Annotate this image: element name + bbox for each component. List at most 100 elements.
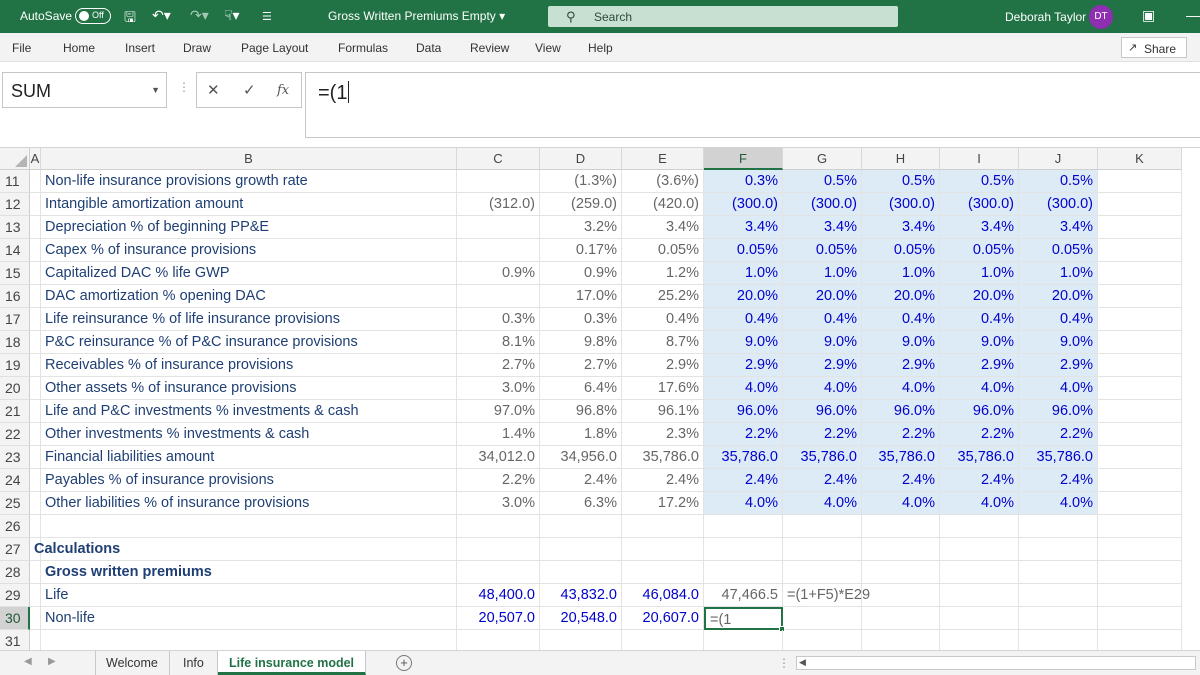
- row-header[interactable]: 20: [0, 377, 30, 400]
- cell-f[interactable]: 0.05%: [704, 239, 783, 262]
- cell-h[interactable]: 4.0%: [862, 492, 940, 515]
- user-name[interactable]: Deborah Taylor: [1005, 10, 1086, 24]
- cell-e[interactable]: 17.6%: [622, 377, 704, 400]
- cell-a[interactable]: [30, 630, 41, 650]
- cell-i[interactable]: (300.0): [940, 193, 1019, 216]
- cell-j[interactable]: 0.4%: [1019, 308, 1098, 331]
- redo-icon[interactable]: ↷▾: [190, 7, 209, 24]
- cell-k[interactable]: [1098, 262, 1182, 285]
- insert-function-icon[interactable]: fx: [277, 83, 289, 98]
- row-label[interactable]: Capitalized DAC % life GWP: [41, 262, 457, 285]
- cell-e[interactable]: 2.9%: [622, 354, 704, 377]
- cell-d[interactable]: [540, 561, 622, 584]
- cell-i[interactable]: [940, 538, 1019, 561]
- cell-f[interactable]: 20.0%: [704, 285, 783, 308]
- cell-k[interactable]: [1098, 561, 1182, 584]
- cell-d[interactable]: [540, 538, 622, 561]
- cell-a[interactable]: [30, 285, 41, 308]
- cell-g[interactable]: 9.0%: [783, 331, 862, 354]
- column-header-g[interactable]: G: [783, 148, 862, 170]
- column-header-j[interactable]: J: [1019, 148, 1098, 170]
- cell-f[interactable]: 96.0%: [704, 400, 783, 423]
- cell-j[interactable]: 4.0%: [1019, 492, 1098, 515]
- cell-a[interactable]: [30, 469, 41, 492]
- column-header-d[interactable]: D: [540, 148, 622, 170]
- cell-e[interactable]: (420.0): [622, 193, 704, 216]
- cell-i[interactable]: 9.0%: [940, 331, 1019, 354]
- row-label[interactable]: Depreciation % of beginning PP&E: [41, 216, 457, 239]
- cell-f[interactable]: 47,466.5: [704, 584, 783, 607]
- cell-k[interactable]: [1098, 285, 1182, 308]
- row-header[interactable]: 21: [0, 400, 30, 423]
- cell-h[interactable]: 2.9%: [862, 354, 940, 377]
- cell-b[interactable]: [41, 630, 457, 650]
- column-header-e[interactable]: E: [622, 148, 704, 170]
- cell-g[interactable]: 4.0%: [783, 492, 862, 515]
- cell-d[interactable]: [540, 515, 622, 538]
- tab-formulas[interactable]: Formulas: [338, 41, 388, 55]
- cell-d[interactable]: [540, 630, 622, 650]
- cell-c[interactable]: 97.0%: [457, 400, 540, 423]
- cell-k[interactable]: [1098, 170, 1182, 193]
- cell-f[interactable]: [704, 630, 783, 650]
- cell-i[interactable]: 0.4%: [940, 308, 1019, 331]
- cell-e[interactable]: 8.7%: [622, 331, 704, 354]
- cell-h[interactable]: [862, 538, 940, 561]
- cell-g[interactable]: 0.4%: [783, 308, 862, 331]
- save-icon[interactable]: 🖫: [124, 7, 136, 31]
- cell-h[interactable]: 0.5%: [862, 170, 940, 193]
- cell-j[interactable]: 0.5%: [1019, 170, 1098, 193]
- cell-j[interactable]: [1019, 630, 1098, 650]
- column-header-f[interactable]: F: [704, 148, 783, 170]
- cell-i[interactable]: [940, 561, 1019, 584]
- cell-j[interactable]: 96.0%: [1019, 400, 1098, 423]
- cell-c[interactable]: [457, 538, 540, 561]
- cell-h[interactable]: 3.4%: [862, 216, 940, 239]
- cell-h[interactable]: 20.0%: [862, 285, 940, 308]
- active-cell-f30[interactable]: =(1: [704, 607, 783, 630]
- column-header-h[interactable]: H: [862, 148, 940, 170]
- cell-a[interactable]: [30, 262, 41, 285]
- cell-j[interactable]: 4.0%: [1019, 377, 1098, 400]
- cell-g[interactable]: 2.9%: [783, 354, 862, 377]
- tab-review[interactable]: Review: [470, 41, 509, 55]
- cell-g[interactable]: 2.4%: [783, 469, 862, 492]
- cell-c[interactable]: 0.3%: [457, 308, 540, 331]
- cell-j[interactable]: [1019, 584, 1098, 607]
- cell-j[interactable]: (300.0): [1019, 193, 1098, 216]
- row-label[interactable]: Non-life insurance provisions growth rat…: [41, 170, 457, 193]
- cell-i[interactable]: [940, 515, 1019, 538]
- cell-h[interactable]: 2.2%: [862, 423, 940, 446]
- cell-c[interactable]: 2.7%: [457, 354, 540, 377]
- cell-c[interactable]: [457, 561, 540, 584]
- formula-input[interactable]: =(1: [305, 72, 1200, 138]
- cell-j[interactable]: 0.05%: [1019, 239, 1098, 262]
- row-label[interactable]: Capex % of insurance provisions: [41, 239, 457, 262]
- column-header-i[interactable]: I: [940, 148, 1019, 170]
- touch-mode-icon[interactable]: ☟▾: [224, 7, 240, 24]
- add-sheet-button[interactable]: +: [396, 655, 412, 671]
- row-label[interactable]: Other investments % investments & cash: [41, 423, 457, 446]
- cell-g[interactable]: 20.0%: [783, 285, 862, 308]
- cell-g[interactable]: [783, 561, 862, 584]
- cell-j[interactable]: [1019, 515, 1098, 538]
- cell-d[interactable]: 0.9%: [540, 262, 622, 285]
- calculations-heading[interactable]: Calculations: [30, 538, 120, 561]
- tab-insert[interactable]: Insert: [125, 41, 155, 55]
- tab-view[interactable]: View: [535, 41, 561, 55]
- cell-e[interactable]: 20,607.0: [622, 607, 704, 630]
- cell-k[interactable]: [1098, 331, 1182, 354]
- row-label[interactable]: Receivables % of insurance provisions: [41, 354, 457, 377]
- row-header[interactable]: 26: [0, 515, 30, 538]
- row-label[interactable]: Financial liabilities amount: [41, 446, 457, 469]
- cell-h[interactable]: [862, 561, 940, 584]
- cell-j[interactable]: [1019, 538, 1098, 561]
- gwp-heading[interactable]: Gross written premiums: [41, 561, 457, 584]
- cell-c[interactable]: [457, 216, 540, 239]
- cell-c[interactable]: [457, 515, 540, 538]
- cell-c[interactable]: [457, 239, 540, 262]
- cell-c[interactable]: [457, 630, 540, 650]
- cell-h[interactable]: [862, 607, 940, 630]
- cell-i[interactable]: 2.9%: [940, 354, 1019, 377]
- horizontal-scrollbar[interactable]: ◀: [796, 656, 1196, 670]
